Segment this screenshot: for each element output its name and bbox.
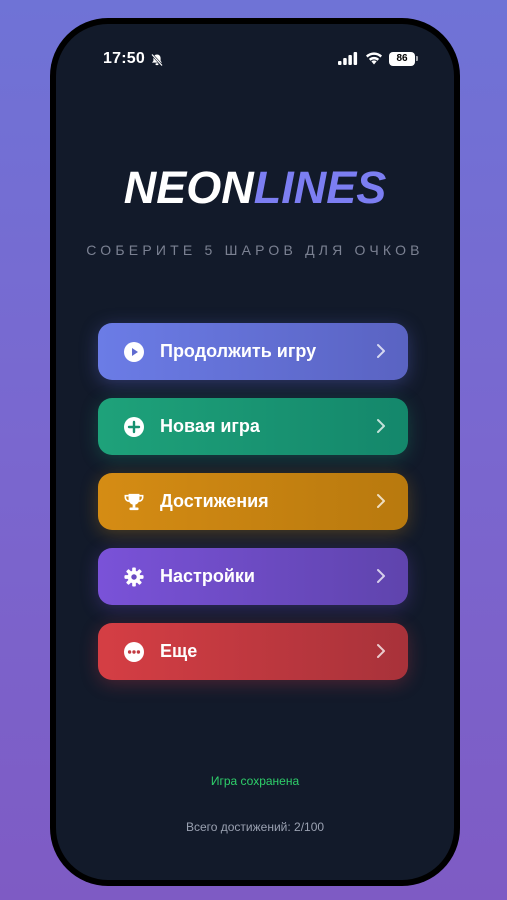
battery-level: 86 <box>389 52 415 66</box>
status-time: 17:50 <box>103 50 145 67</box>
menu-item-label: Еще <box>160 641 198 661</box>
menu-item-label: Продолжить игру <box>160 341 317 361</box>
subtitle: СОБЕРИТЕ 5 ШАРОВ ДЛЯ ОЧКОВ <box>86 242 424 258</box>
play-circle-icon <box>124 341 144 362</box>
more-circle-icon <box>124 641 144 662</box>
new-game-button[interactable]: Новая игра <box>98 398 408 455</box>
achievements-button[interactable]: Достижения <box>98 473 408 530</box>
wifi-icon <box>365 52 383 70</box>
settings-button[interactable]: Настройки <box>98 548 408 605</box>
chevron-right-icon <box>376 418 386 439</box>
logo-part-lines: LINES <box>253 162 387 213</box>
menu-item-label: Настройки <box>160 566 255 586</box>
chevron-right-icon <box>376 343 386 364</box>
menu-item-label: Достижения <box>160 491 269 511</box>
app-logo: NEONLINES <box>56 162 454 214</box>
chevron-right-icon <box>376 493 386 514</box>
menu-item-label: Новая игра <box>160 416 260 436</box>
bell-off-icon <box>150 53 164 72</box>
main-menu: Продолжить игру Новая игра Достижения На… <box>98 323 408 698</box>
gear-icon <box>124 566 144 587</box>
battery-tip <box>416 56 418 61</box>
plus-circle-icon <box>124 416 144 437</box>
chevron-right-icon <box>376 568 386 589</box>
logo-part-neon: NEON <box>123 162 254 213</box>
cellular-signal-icon <box>338 52 358 70</box>
continue-game-button[interactable]: Продолжить игру <box>98 323 408 380</box>
trophy-icon <box>124 492 144 512</box>
phone-frame: 17:50 86 NEONLINES СОБЕРИТЕ 5 ШАРОВ ДЛЯ … <box>50 18 460 886</box>
app-screen: 17:50 86 NEONLINES СОБЕРИТЕ 5 ШАРОВ ДЛЯ … <box>56 24 454 880</box>
save-status: Игра сохранена <box>210 774 300 788</box>
status-bar: 17:50 86 <box>56 50 454 72</box>
more-button[interactable]: Еще <box>98 623 408 680</box>
achievements-total: Всего достижений: 2/100 <box>185 820 325 834</box>
chevron-right-icon <box>376 643 386 664</box>
